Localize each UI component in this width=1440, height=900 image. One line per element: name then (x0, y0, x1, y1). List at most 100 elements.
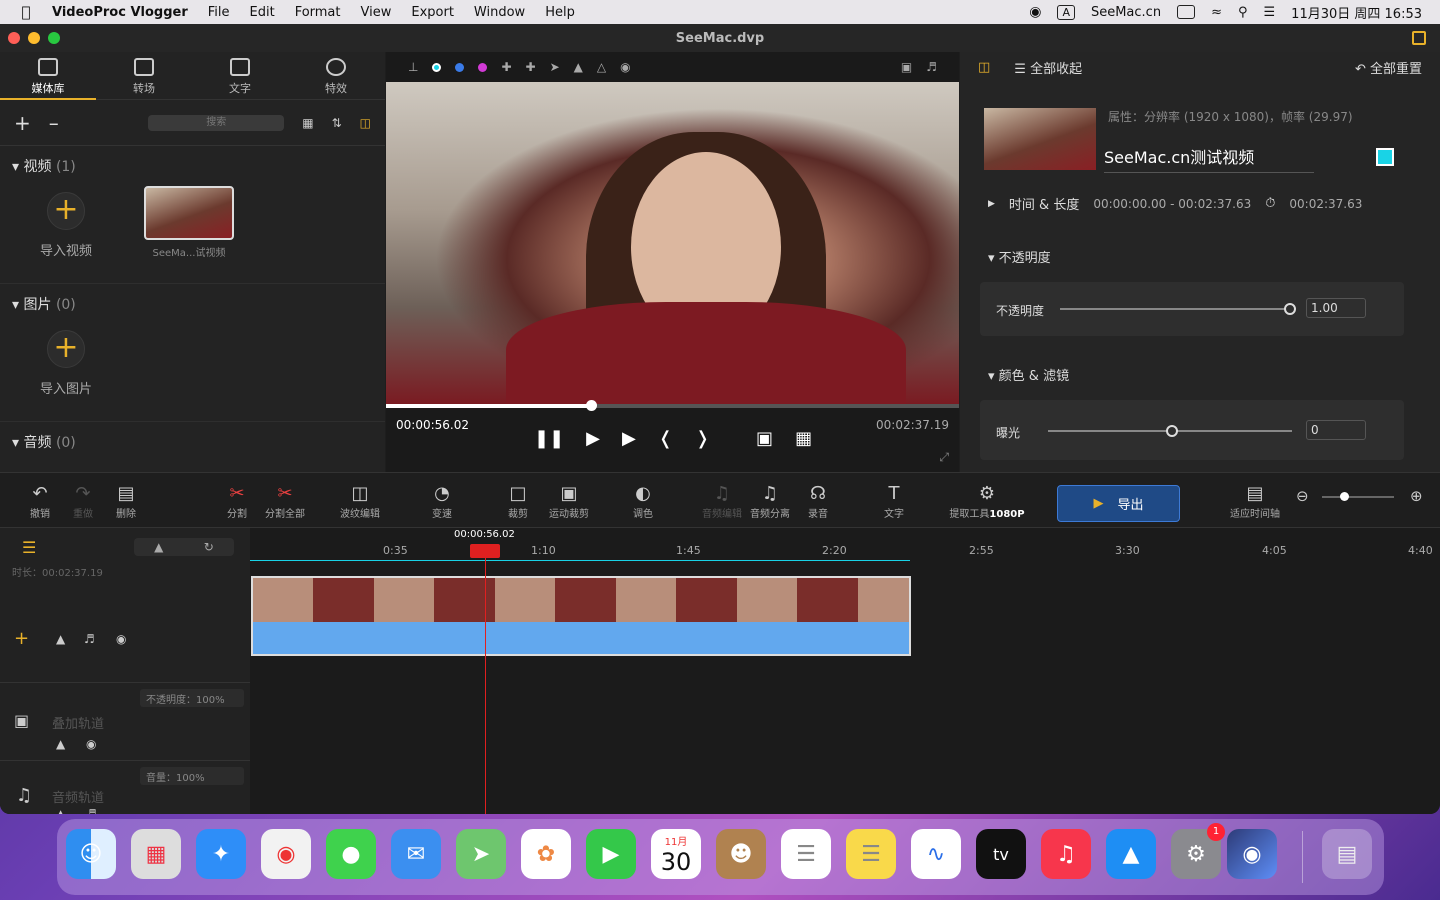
main-track-visibility-icon[interactable]: ◉ (116, 632, 126, 646)
opacity-input[interactable]: 1.00 (1306, 298, 1366, 318)
exposure-input[interactable]: 0 (1306, 420, 1366, 440)
overlay-visibility-icon[interactable]: ◉ (86, 737, 96, 751)
freeform-icon[interactable]: ∿ (911, 829, 961, 879)
audio-section-header[interactable]: ▾ 音频 (0) (12, 432, 76, 452)
delete-button[interactable]: ▤ 删除 (101, 483, 151, 520)
fit-timeline-button[interactable]: ▤ 适应时间轴 (1225, 483, 1285, 520)
speed-button[interactable]: ◔ 变速 (417, 483, 467, 520)
import-image-button[interactable]: + 导入图片 (38, 330, 94, 397)
menu-window[interactable]: Window (474, 5, 525, 20)
playhead-handle[interactable] (470, 544, 500, 558)
trash-icon[interactable]: ▤ (1322, 829, 1372, 879)
motion-crop-button[interactable]: ▣ 运动裁剪 (544, 483, 594, 520)
system-settings-icon[interactable]: ⚙ 1 (1171, 823, 1225, 879)
music-icon[interactable]: ♫ (1041, 829, 1091, 879)
inspector-toggle-icon[interactable]: ◫ (978, 60, 990, 75)
color-grade-button[interactable]: ◐ 调色 (618, 483, 668, 520)
time-length-row[interactable]: ▶ 时间 & 长度 00:00:00.00 - 00:02:37.63 ⏱ 00… (988, 194, 1362, 213)
select-tool-icon[interactable]: ✚ (501, 60, 511, 74)
opacity-slider-handle[interactable] (1284, 303, 1296, 315)
zoom-in-icon[interactable]: ⊕ (1410, 487, 1423, 505)
app-store-icon[interactable]: ▲ (1106, 829, 1156, 879)
guide-icon[interactable]: ⊥ (408, 60, 418, 74)
export-button[interactable]: ▶ 导出 (1057, 485, 1180, 522)
mail-icon[interactable]: ✉ (391, 829, 441, 879)
overlay-lock-icon[interactable]: ▲ (56, 737, 65, 751)
opacity-slider[interactable] (1060, 303, 1296, 315)
time-ruler[interactable]: 0:35 1:10 1:45 2:20 2:55 3:30 4:05 4:40 (250, 528, 1440, 576)
tab-effects[interactable]: 特效 (288, 52, 384, 99)
tab-transitions[interactable]: 转场 (96, 52, 192, 99)
save-icon[interactable] (1412, 31, 1426, 45)
audio-separate-button[interactable]: ♫ 音频分离 (745, 483, 795, 520)
audio-volume-badge[interactable]: 音量：100% (140, 767, 244, 785)
main-track-volume-icon[interactable]: ♬ (84, 632, 95, 646)
overlay-opacity-badge[interactable]: 不透明度：100% (140, 689, 244, 707)
videoproc-vlogger-icon[interactable]: ◉ (1227, 829, 1277, 879)
opacity-section-header[interactable]: ▾ 不透明度 (988, 247, 1051, 266)
minimize-button[interactable] (28, 32, 40, 44)
snap-icon[interactable]: ↻ (204, 540, 214, 554)
menu-app-name[interactable]: VideoProc Vlogger (52, 5, 188, 20)
timeline-zoom-slider[interactable] (1322, 492, 1394, 501)
fit-frame-icon[interactable]: ▣ (756, 428, 773, 449)
snapshot-icon[interactable]: ▣ (901, 60, 912, 74)
split-button[interactable]: ✂ 分割 (212, 483, 262, 520)
library-search-input[interactable]: 搜索 (148, 114, 285, 131)
tab-media[interactable]: 媒体库 (0, 52, 96, 100)
menubar-site-label[interactable]: SeeMac.cn (1091, 5, 1161, 20)
battery-icon[interactable] (1177, 5, 1196, 19)
audio-edit-button[interactable]: ♫ 音频编辑 (697, 483, 747, 520)
photos-icon[interactable]: ✿ (521, 829, 571, 879)
maps-icon[interactable]: ➤ (456, 829, 506, 879)
zoom-out-icon[interactable]: ⊖ (1296, 487, 1309, 505)
contacts-icon[interactable]: ☻ (716, 829, 766, 879)
collapse-all-button[interactable]: ☰ 全部收起 (1014, 58, 1082, 77)
magenta-marker-icon[interactable] (478, 62, 488, 72)
sort-icon[interactable]: ⇅ (332, 116, 342, 130)
input-method-icon[interactable]: A (1057, 4, 1075, 20)
control-center-icon[interactable]: ☰ (1264, 5, 1276, 20)
menu-export[interactable]: Export (411, 5, 454, 20)
safari-icon[interactable]: ✦ (196, 829, 246, 879)
video-section-header[interactable]: ▾ 视频 (1) (12, 156, 76, 176)
play-icon[interactable]: ▶ (622, 428, 636, 449)
next-frame-icon[interactable]: ❭ (695, 428, 710, 449)
volume-icon[interactable]: ♬ (926, 60, 937, 74)
tab-text[interactable]: 文字 (192, 52, 288, 99)
pause-icon[interactable]: ❚❚ (534, 428, 564, 449)
reset-all-button[interactable]: ↶ 全部重置 (1355, 58, 1422, 77)
zoom-button[interactable] (48, 32, 60, 44)
preview-scrubber[interactable] (386, 400, 959, 411)
text-button[interactable]: T 文字 (869, 483, 919, 520)
video-preview-frame[interactable] (386, 82, 959, 404)
main-track-lock-icon[interactable]: ▲ (56, 632, 65, 646)
add-clip-icon[interactable]: + (14, 628, 29, 649)
finder-icon[interactable]: ☺ (66, 829, 116, 879)
video-clip[interactable] (251, 576, 911, 656)
zoom-slider-handle[interactable] (1340, 492, 1349, 501)
menubar-clock[interactable]: 11月30日 周四 16:53 (1291, 3, 1422, 22)
chrome-icon[interactable]: ◉ (261, 829, 311, 879)
add-track-icon[interactable]: ☰ (22, 538, 36, 557)
menu-help[interactable]: Help (545, 5, 575, 20)
screen-record-icon[interactable]: ◉ (1029, 4, 1041, 20)
menu-view[interactable]: View (361, 5, 392, 20)
apple-icon[interactable]:  (0, 3, 52, 21)
menu-edit[interactable]: Edit (250, 5, 275, 20)
crop-button[interactable]: □ 裁剪 (493, 483, 543, 520)
prev-frame-icon[interactable]: ❬ (658, 428, 673, 449)
scrubber-handle[interactable] (585, 400, 597, 411)
reminders-icon[interactable]: ☰ (781, 829, 831, 879)
visibility-icon[interactable]: ◉ (620, 60, 630, 74)
launchpad-icon[interactable]: ▦ (131, 829, 181, 879)
add-media-button[interactable]: + (14, 111, 31, 135)
clip-color-swatch[interactable] (1376, 148, 1394, 166)
audio-lock-icon[interactable]: ▲ (56, 807, 65, 814)
split-all-button[interactable]: ✂ 分割全部 (260, 483, 310, 520)
exposure-slider[interactable] (1048, 425, 1292, 437)
fullscreen-icon[interactable]: ⤢ (939, 450, 949, 465)
import-video-button[interactable]: + 导入视频 (38, 192, 94, 259)
image-section-header[interactable]: ▾ 图片 (0) (12, 294, 76, 314)
play-from-start-icon[interactable]: ▶ (586, 428, 600, 449)
